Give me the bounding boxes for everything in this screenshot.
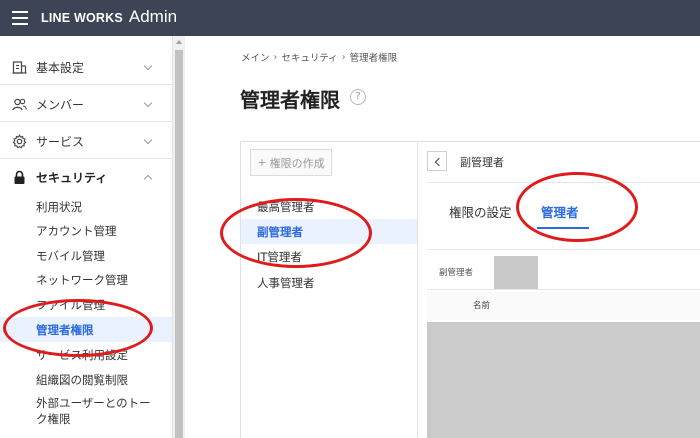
sidebar-item-label: 外部ユーザーとのトーク権限 [36, 396, 151, 426]
sidebar-item-org-chart-restriction[interactable]: 組織図の閲覧制限 [0, 367, 172, 392]
chevron-up-icon [143, 174, 153, 184]
roles-list-pane: + 権限の作成 最高管理者 副管理者 IT管理者 人事管理者 [241, 142, 418, 438]
sidebar-item-label: モバイル管理 [36, 249, 105, 263]
sidebar: 基本設定 メンバー サービス セキュリティ 利用状況 アカウント管理 モバイル管… [0, 36, 172, 438]
breadcrumb-separator: › [273, 51, 278, 63]
create-permission-button[interactable]: + 権限の作成 [250, 149, 332, 176]
chevron-down-icon [143, 98, 153, 108]
active-tab-indicator [537, 227, 589, 229]
role-label: 最高管理者 [257, 200, 315, 214]
lock-icon [14, 170, 25, 184]
sidebar-group-basic-settings[interactable]: 基本設定 [0, 49, 172, 85]
sidebar-group-services[interactable]: サービス [0, 123, 172, 159]
breadcrumb-item-security[interactable]: セキュリティ [281, 50, 337, 64]
role-label: IT管理者 [257, 250, 302, 264]
breadcrumb-item-current: 管理者権限 [349, 53, 398, 64]
role-item-hr-admin[interactable]: 人事管理者 [241, 270, 417, 295]
role-item-super-admin[interactable]: 最高管理者 [241, 194, 417, 219]
chevron-down-icon [143, 135, 153, 145]
page-title: 管理者権限 [240, 88, 340, 112]
sidebar-group-label: 基本設定 [36, 61, 85, 75]
building-icon [12, 61, 27, 74]
sidebar-item-label: サービス利用設定 [36, 348, 128, 362]
breadcrumb-item-main[interactable]: メイン [241, 50, 270, 64]
detail-tabs: 権限の設定 管理者 [427, 182, 700, 250]
scroll-up-arrow-icon[interactable] [176, 40, 182, 44]
sidebar-item-label: アカウント管理 [36, 224, 117, 238]
sidebar-group-members[interactable]: メンバー [0, 86, 172, 122]
breadcrumb: メイン › セキュリティ › 管理者権限 [241, 50, 398, 65]
create-permission-label: 権限の作成 [269, 156, 325, 170]
sidebar-item-external-talk-permission[interactable]: 外部ユーザーとのトーク権限 [0, 392, 172, 432]
admin-field-row: 副管理者 [427, 255, 700, 290]
plus-icon: + [257, 156, 267, 169]
help-icon[interactable]: ? [350, 89, 366, 105]
brand-logo: LINE WORKS [41, 11, 123, 25]
sidebar-item-service-usage-settings[interactable]: サービス利用設定 [0, 342, 172, 367]
sidebar-item-admin-permissions[interactable]: 管理者権限 [0, 317, 172, 342]
brand-title: Admin [128, 7, 178, 26]
hamburger-menu-icon[interactable] [12, 11, 28, 25]
back-chevron-icon[interactable] [427, 151, 447, 171]
gear-icon [12, 134, 27, 149]
sidebar-item-label: ファイル管理 [36, 298, 105, 312]
sidebar-item-mobile-management[interactable]: モバイル管理 [0, 243, 172, 268]
role-label: 人事管理者 [257, 276, 315, 290]
role-detail-pane: 副管理者 権限の設定 管理者 副管理者 名前 [419, 142, 700, 438]
sidebar-item-label: ネットワーク管理 [36, 273, 128, 287]
tab-administrators[interactable]: 管理者 [541, 202, 579, 221]
permissions-panel: + 権限の作成 最高管理者 副管理者 IT管理者 人事管理者 副管理者 権限の設… [240, 141, 700, 438]
tab-permission-settings[interactable]: 権限の設定 [449, 202, 512, 221]
chevron-down-icon [143, 61, 153, 71]
sidebar-item-file-management[interactable]: ファイル管理 [0, 292, 172, 317]
column-header-name: 名前 [473, 301, 491, 311]
breadcrumb-separator: › [341, 51, 346, 63]
role-item-sub-admin[interactable]: 副管理者 [241, 219, 417, 244]
sidebar-group-label: メンバー [36, 98, 85, 112]
detail-title: 副管理者 [460, 156, 504, 169]
role-item-it-admin[interactable]: IT管理者 [241, 244, 417, 269]
role-label: 副管理者 [257, 225, 303, 239]
sidebar-item-usage[interactable]: 利用状況 [0, 194, 172, 219]
brand[interactable]: LINE WORKS Admin [41, 7, 177, 27]
sidebar-group-label: セキュリティ [36, 171, 108, 185]
top-bar: LINE WORKS Admin [0, 0, 700, 36]
field-label: 副管理者 [439, 268, 474, 278]
sidebar-item-network-management[interactable]: ネットワーク管理 [0, 267, 172, 292]
sidebar-item-label: 利用状況 [36, 200, 82, 214]
table-header: 名前 [427, 292, 700, 320]
sidebar-group-label: サービス [36, 135, 85, 149]
scrollbar-thumb[interactable] [175, 50, 183, 438]
sidebar-group-security[interactable]: セキュリティ [0, 159, 172, 195]
sidebar-item-label: 組織図の閲覧制限 [36, 373, 128, 387]
sidebar-item-label: 管理者権限 [36, 323, 94, 337]
members-icon [12, 98, 27, 111]
sidebar-item-account-management[interactable]: アカウント管理 [0, 218, 172, 243]
sidebar-scrollbar[interactable] [172, 36, 185, 438]
redacted-table-body [427, 322, 700, 438]
redacted-value [494, 256, 538, 289]
